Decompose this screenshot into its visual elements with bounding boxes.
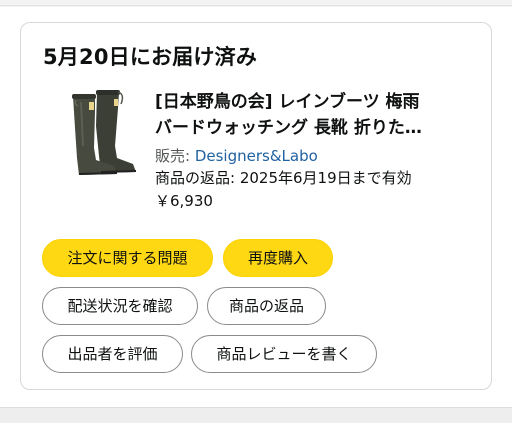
seller-label: 販売: — [155, 147, 195, 165]
product-image[interactable] — [41, 86, 145, 181]
product-title-line-2: バードウォッチング 長靴 折りた… — [155, 118, 422, 138]
delivery-status-heading: 5月20日にお届け済み — [43, 45, 258, 69]
buy-again-button[interactable]: 再度購入 — [223, 239, 333, 277]
write-review-button[interactable]: 商品レビューを書く — [191, 335, 377, 373]
return-window-text: 商品の返品: 2025年6月19日まで有効 — [155, 169, 412, 187]
product-title-line-1: [日本野鳥の会] レインブーツ 梅雨 — [155, 92, 420, 112]
order-problem-button[interactable]: 注文に関する問題 — [42, 239, 213, 277]
product-price: ￥6,930 — [155, 192, 213, 210]
order-card: 5月20日にお届け済み [日本野鳥の会] レインブーツ 梅雨 バードウォッチング… — [20, 22, 492, 390]
rate-seller-button[interactable]: 出品者を評価 — [42, 335, 183, 373]
seller-link[interactable]: Designers&Labo — [195, 147, 318, 165]
rain-boots-icon — [72, 90, 137, 175]
product-info: [日本野鳥の会] レインブーツ 梅雨 バードウォッチング 長靴 折りた… 販売:… — [155, 89, 475, 213]
return-item-button[interactable]: 商品の返品 — [207, 287, 326, 325]
seller-line: 販売: Designers&Labo — [155, 145, 475, 167]
product-title-link[interactable]: [日本野鳥の会] レインブーツ 梅雨 バードウォッチング 長靴 折りた… — [155, 89, 467, 141]
bottom-divider — [0, 407, 512, 423]
track-package-button[interactable]: 配送状況を確認 — [42, 287, 198, 325]
top-divider — [0, 0, 512, 6]
order-page: 5月20日にお届け済み [日本野鳥の会] レインブーツ 梅雨 バードウォッチング… — [0, 7, 512, 407]
